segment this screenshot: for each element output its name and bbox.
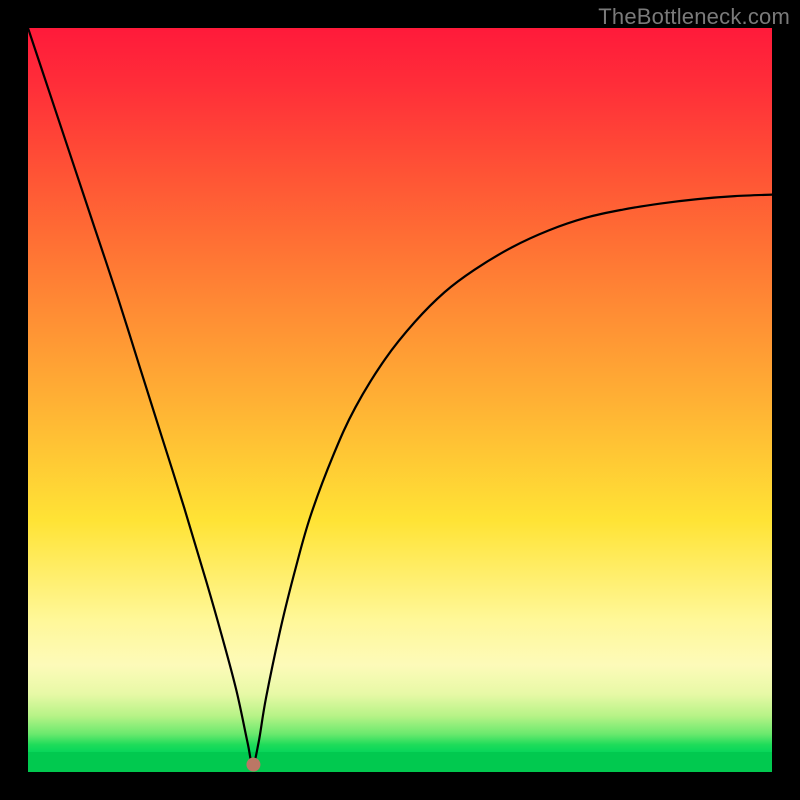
- plot-area: [28, 28, 772, 772]
- watermark-text: TheBottleneck.com: [598, 4, 790, 30]
- chart-frame: [28, 28, 772, 772]
- curve-svg: [28, 28, 772, 772]
- bottleneck-curve: [28, 28, 772, 765]
- minimum-marker-dot: [246, 758, 260, 772]
